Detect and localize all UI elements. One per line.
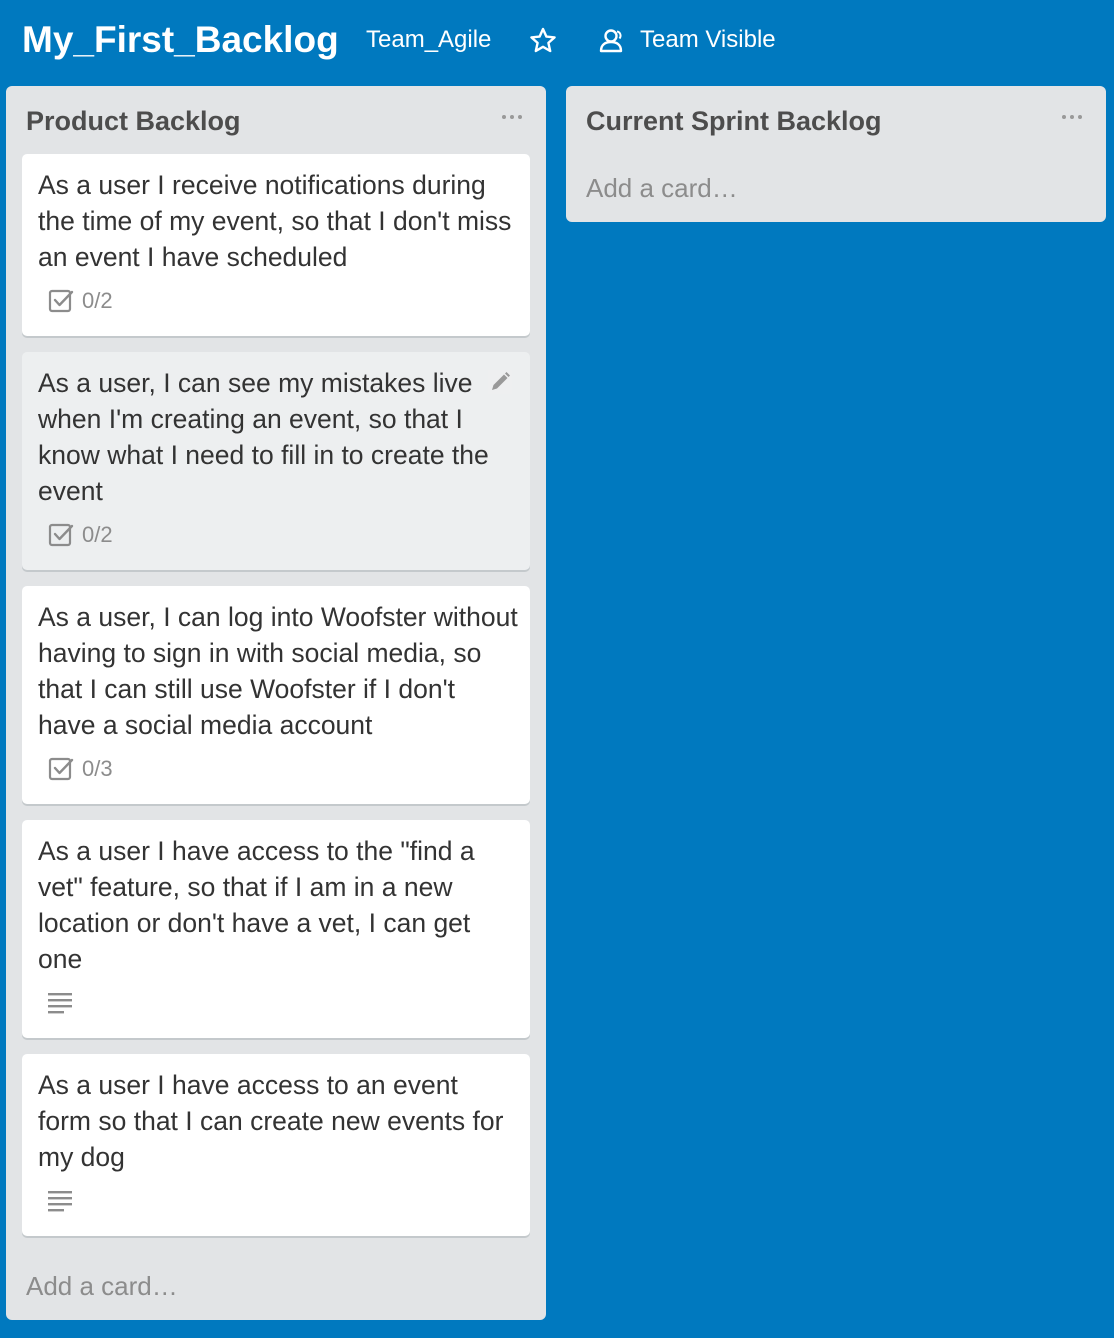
list-title[interactable]: Current Sprint Backlog	[586, 104, 882, 138]
description-icon	[48, 1191, 72, 1212]
board-title[interactable]: My_First_Backlog	[22, 18, 339, 62]
visibility-label: Team Visible	[640, 26, 776, 53]
star-board-button[interactable]	[526, 24, 560, 58]
list-menu-button[interactable]	[498, 102, 526, 130]
pencil-edit-icon[interactable]	[488, 370, 512, 394]
checklist-count: 0/2	[82, 522, 113, 547]
list-menu-button[interactable]	[1058, 102, 1086, 130]
board-header: My_First_Backlog Team_Agile Team Visible	[0, 0, 1114, 84]
card[interactable]: As a user I have access to an event form…	[22, 1054, 530, 1236]
add-card-button[interactable]: Add a card…	[26, 1269, 178, 1303]
card[interactable]: As a user, I can log into Woofster witho…	[22, 586, 530, 804]
checklist-count: 0/3	[82, 756, 113, 781]
ellipsis-dot	[1062, 115, 1066, 119]
team-name-link[interactable]: Team_Agile	[366, 24, 491, 56]
card[interactable]: As a user I receive notifications during…	[22, 154, 530, 336]
checklist-count: 0/2	[82, 288, 113, 313]
checklist-icon	[48, 289, 74, 313]
add-card-button[interactable]: Add a card…	[586, 171, 738, 205]
card-title: As a user I receive notifications during…	[38, 170, 512, 272]
list-product-backlog: Product Backlog As a user I receive noti…	[6, 86, 546, 1320]
card-title: As a user I have access to the "find a v…	[38, 836, 475, 974]
team-people-icon	[599, 29, 623, 53]
card-title: As a user I have access to an event form…	[38, 1070, 504, 1172]
ellipsis-dot	[518, 115, 522, 119]
card-title: As a user, I can log into Woofster witho…	[38, 602, 518, 740]
list-current-sprint-backlog: Current Sprint Backlog Add a card…	[566, 86, 1106, 222]
checklist-icon	[48, 523, 74, 547]
card[interactable]: As a user, I can see my mistakes live wh…	[22, 352, 530, 570]
card[interactable]: As a user I have access to the "find a v…	[22, 820, 530, 1038]
description-icon	[48, 993, 72, 1014]
list-title[interactable]: Product Backlog	[26, 104, 241, 138]
star-outline-icon	[530, 27, 556, 53]
ellipsis-dot	[510, 115, 514, 119]
ellipsis-dot	[502, 115, 506, 119]
ellipsis-dot	[1070, 115, 1074, 119]
card-title: As a user, I can see my mistakes live wh…	[38, 368, 489, 506]
ellipsis-dot	[1078, 115, 1082, 119]
checklist-icon	[48, 757, 74, 781]
